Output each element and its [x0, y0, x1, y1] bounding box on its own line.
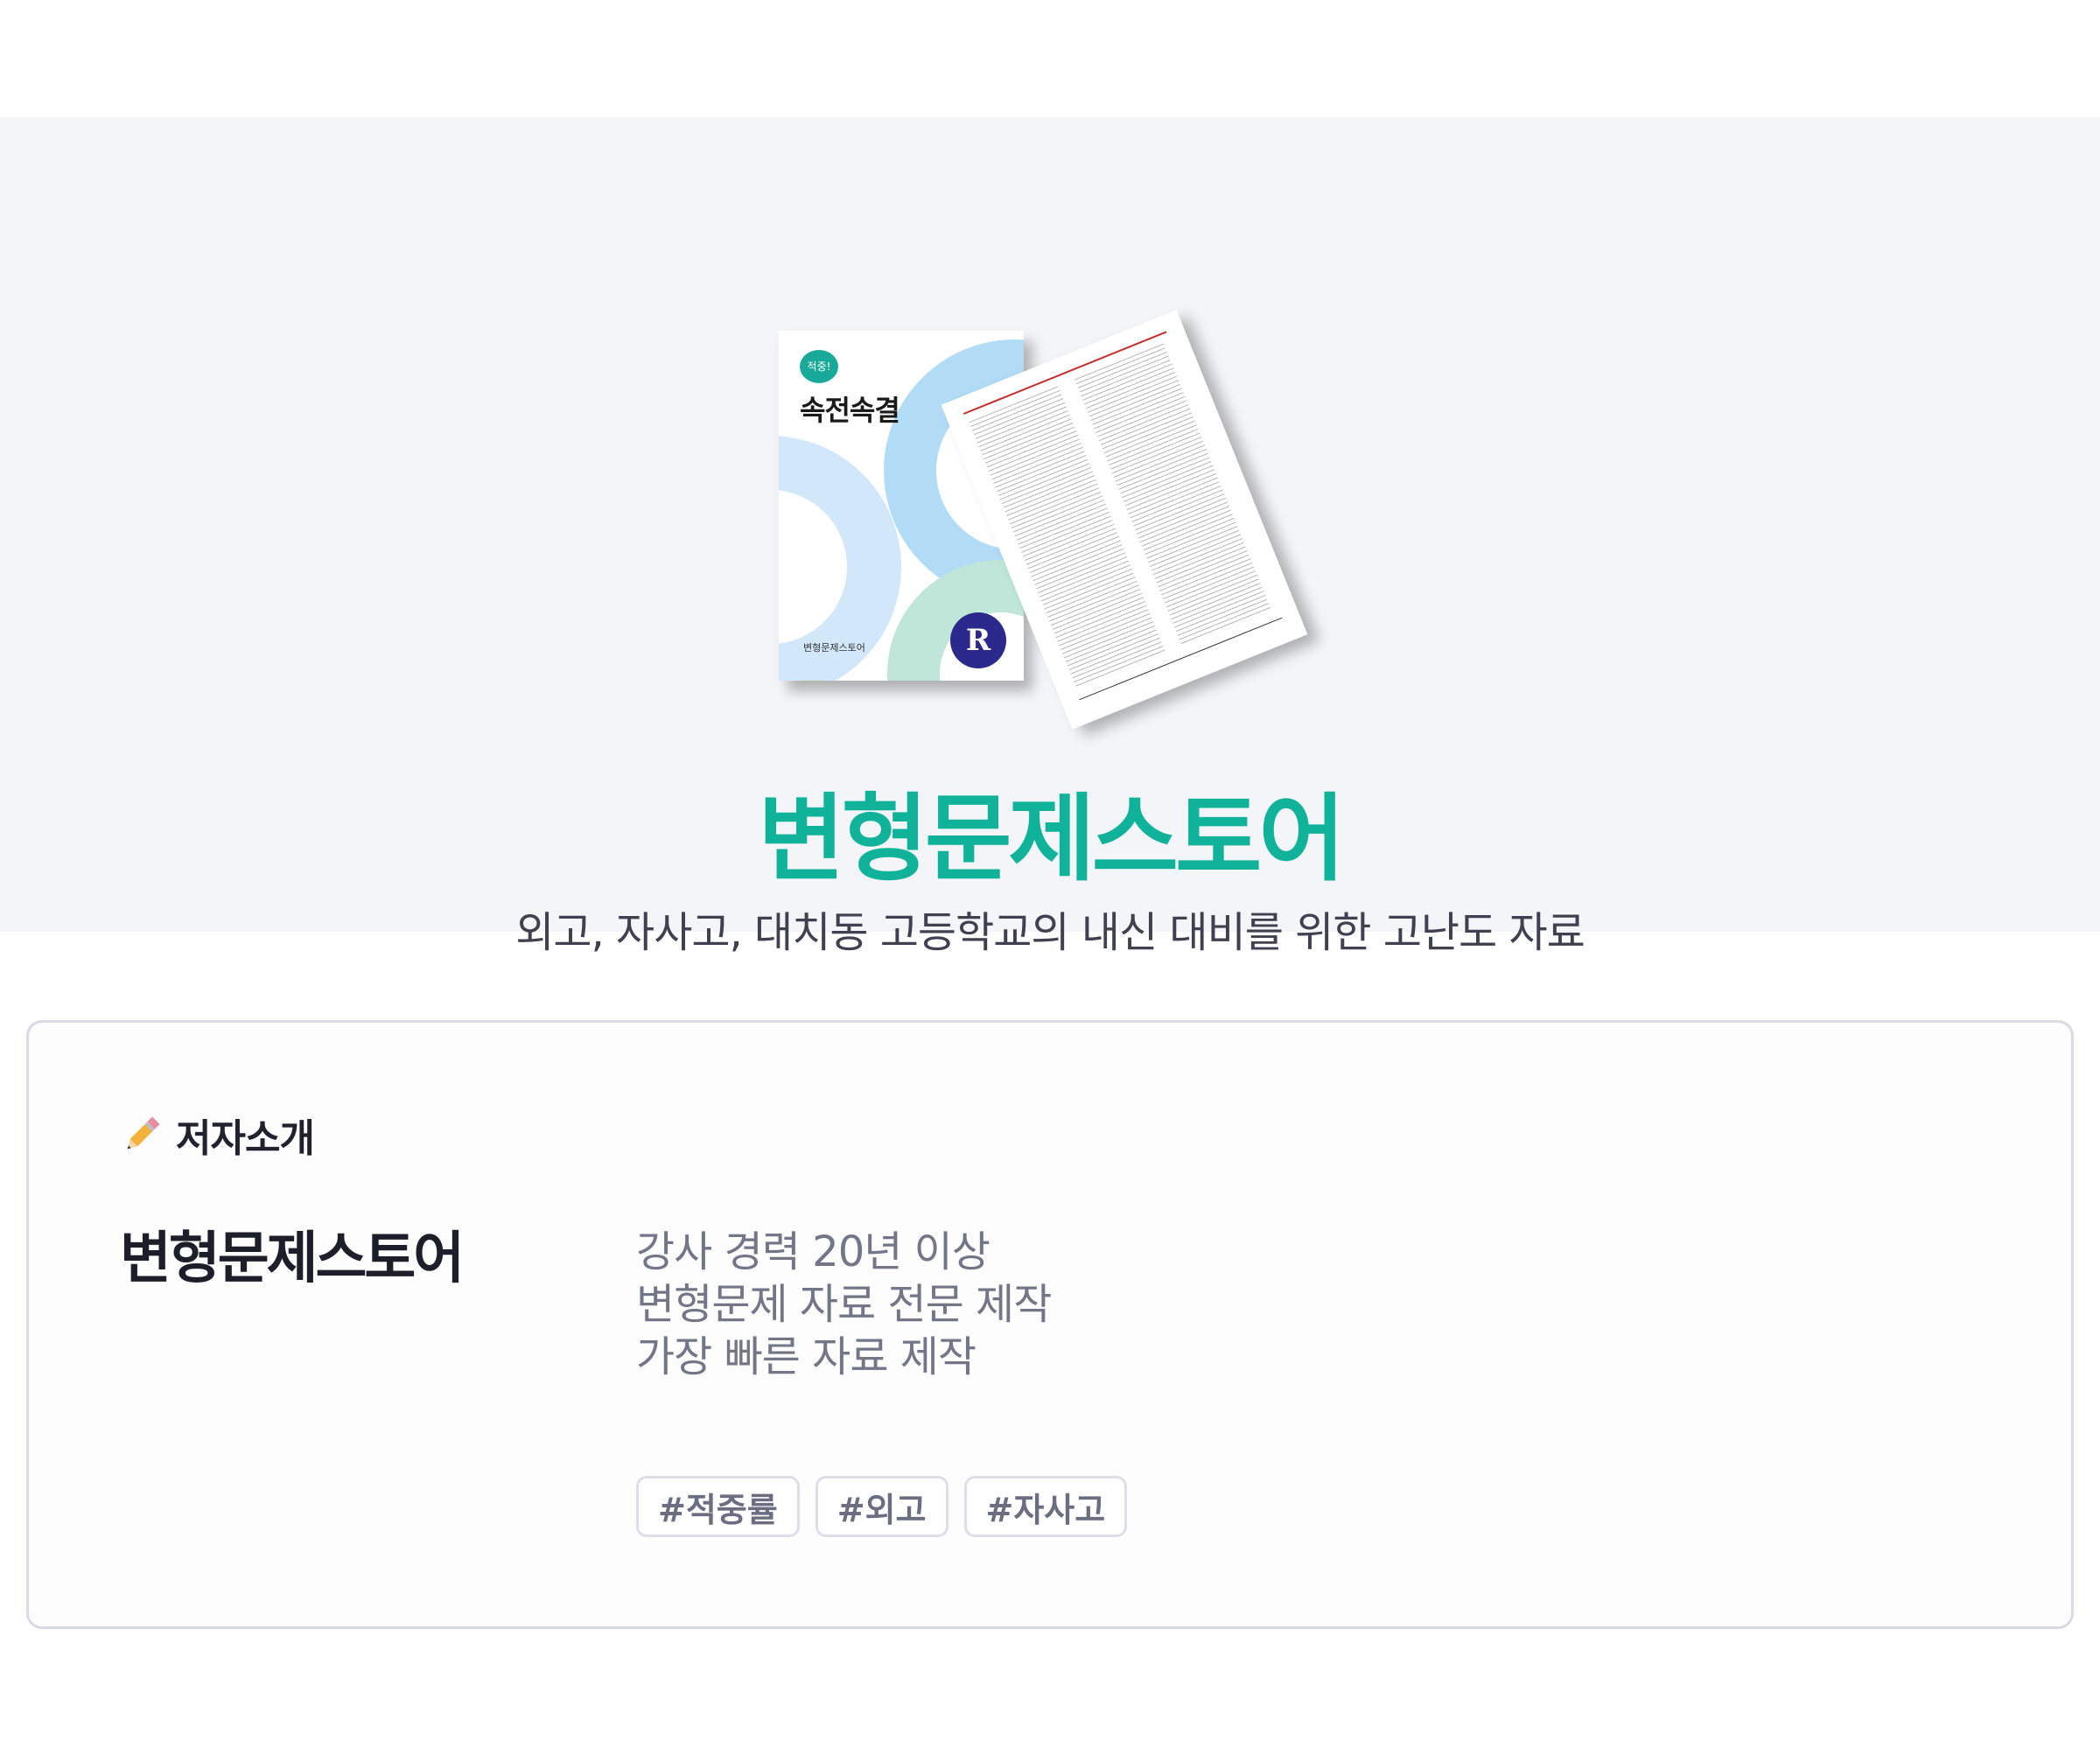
cover-brand: 변형문제스토어 [803, 642, 865, 654]
brand-logo-icon: R [950, 612, 1006, 668]
bio-line: 강사 경력 20년 이상 [636, 1227, 990, 1276]
bio-line: 변형문제 자료 전문 제작 [636, 1280, 1052, 1329]
cover-title: 속전속결 [800, 394, 900, 427]
page-title: 변형문제스토어 [758, 785, 1346, 894]
author-bio: 강사 경력 20년 이상 변형문제 자료 전문 제작 가장 빠른 자료 제작 [636, 1226, 1052, 1383]
tag-chip[interactable]: #자사고 [963, 1476, 1128, 1537]
product-image: 적중! 속전속결 변형문제스토어 R [770, 310, 1348, 738]
tag-chip[interactable]: #외고 [815, 1476, 948, 1537]
tag-list: #적중률 #외고 #자사고 [636, 1476, 1128, 1537]
cover-bubble: 적중! [800, 350, 838, 383]
page-subtitle: 외고, 자사고, 대치동 고등학교의 내신 대비를 위한 고난도 자료 [515, 908, 1586, 957]
section-label: 저자소개 [176, 1116, 315, 1161]
tag-chip[interactable]: #적중률 [636, 1476, 800, 1537]
section-header: 저자소개 [120, 1110, 315, 1161]
pencil-icon [120, 1113, 164, 1157]
author-card: 저자소개 변형문제스토어 강사 경력 20년 이상 변형문제 자료 전문 제작 … [26, 1020, 2074, 1629]
hero-banner: 적중! 속전속결 변형문제스토어 R 변형문제스토어 외고, 자사고, 대치동 … [0, 117, 2100, 957]
cover-decoration [887, 560, 1024, 681]
author-name: 변형문제스토어 [120, 1227, 465, 1291]
bio-line: 가장 빠른 자료 제작 [636, 1332, 976, 1381]
